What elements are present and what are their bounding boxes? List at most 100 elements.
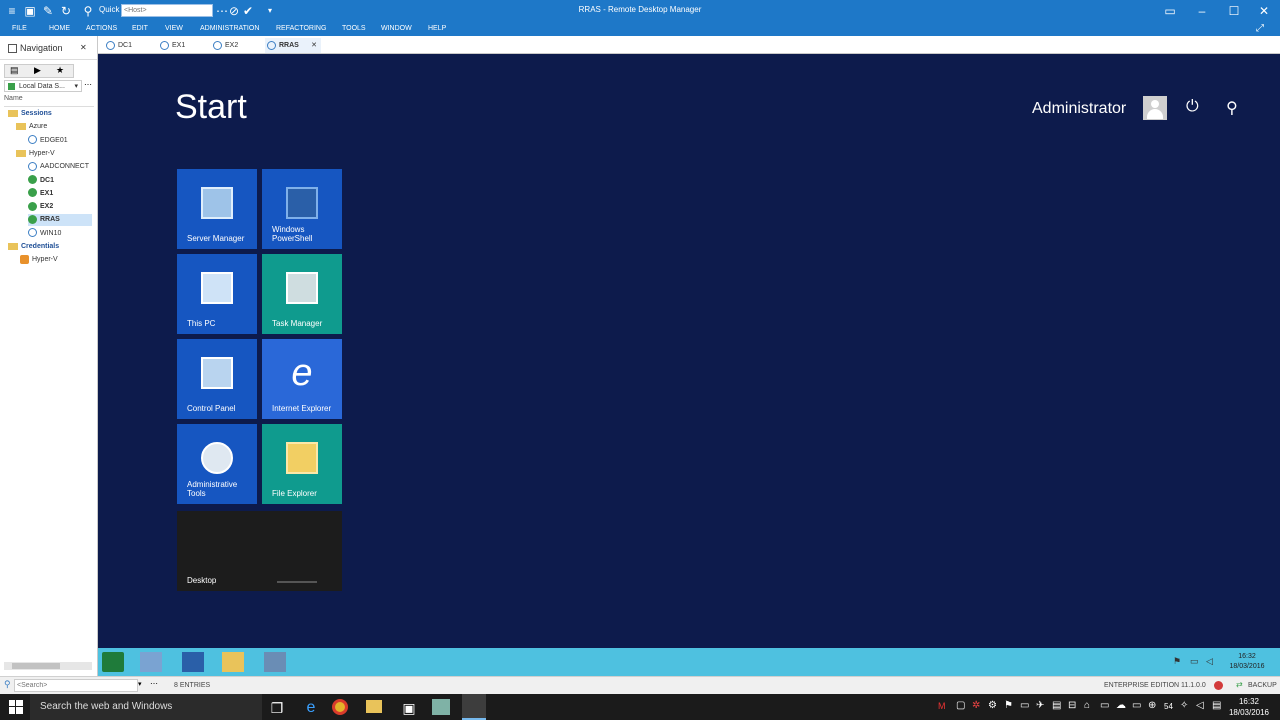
tile-powershell[interactable]: Windows PowerShell xyxy=(262,169,342,249)
tray-icon-8[interactable]: ⊟ xyxy=(1068,700,1076,711)
search-options-icon[interactable]: ⋯ xyxy=(150,679,158,688)
favorites-icon[interactable]: ★ xyxy=(56,65,64,76)
app-icon[interactable] xyxy=(432,699,450,715)
tree-item[interactable]: EX2 xyxy=(28,201,53,213)
play-icon[interactable]: ▶ xyxy=(34,65,41,76)
tree-item[interactable]: EX1 xyxy=(28,188,53,200)
tile-admin-tools[interactable]: Administrative Tools xyxy=(177,424,257,504)
tree-item[interactable]: Sessions xyxy=(8,108,52,120)
task-view-icon[interactable]: ❐ xyxy=(266,697,288,719)
windows-search-box[interactable]: Search the web and Windows xyxy=(30,694,262,720)
tree-item[interactable]: RRAS xyxy=(28,214,92,227)
tray-icon-14[interactable]: ✧ xyxy=(1180,700,1188,711)
tray-notification-icon[interactable]: ▤ xyxy=(1212,700,1221,711)
maximize-button[interactable]: ☐ xyxy=(1226,3,1242,19)
windows-clock[interactable]: 16:32 18/03/2016 xyxy=(1224,696,1274,718)
chrome-icon[interactable] xyxy=(332,699,348,715)
store-icon[interactable]: ▣ xyxy=(398,697,420,719)
powershell-taskbar-icon[interactable] xyxy=(182,652,204,672)
tray-icon-2[interactable]: ✲ xyxy=(972,700,980,711)
close-tab-icon[interactable]: ✕ xyxy=(311,38,317,53)
tray-icon-4[interactable]: ⚑ xyxy=(1004,700,1013,711)
close-pane-icon[interactable]: ✕ xyxy=(80,36,87,60)
tree-item[interactable]: WIN10 xyxy=(28,228,61,240)
rdm-taskbar-icon[interactable] xyxy=(462,694,486,720)
tray-icon-10[interactable]: ▭ xyxy=(1100,700,1109,711)
tray-network-icon[interactable]: ▭ xyxy=(1190,656,1199,667)
menu-file[interactable]: FILE xyxy=(12,25,27,32)
search-dropdown-icon[interactable]: ▾ xyxy=(138,680,142,688)
tree-item[interactable]: Hyper-V xyxy=(16,148,55,160)
tile-task-manager[interactable]: Task Manager xyxy=(262,254,342,334)
windows-start-icon[interactable] xyxy=(9,700,23,714)
menu-administration[interactable]: ADMINISTRATION xyxy=(200,25,259,32)
tray-icon-12[interactable]: ▭ xyxy=(1132,700,1141,711)
internet-explorer-icon: e xyxy=(291,352,313,394)
tray-flag-icon[interactable]: ⚑ xyxy=(1173,656,1181,667)
folder-icon xyxy=(16,149,26,157)
alert-icon[interactable] xyxy=(1214,681,1223,690)
restore-layout-icon[interactable]: ▭ xyxy=(1162,3,1178,19)
tray-icon-5[interactable]: ▭ xyxy=(1020,700,1029,711)
tray-icon-1[interactable]: ▢ xyxy=(956,700,965,711)
tab-dc1[interactable]: DC1 xyxy=(104,38,152,53)
tab-ex2[interactable]: EX2 xyxy=(211,38,259,53)
tile-label: Internet Explorer xyxy=(272,404,332,413)
close-button[interactable]: ✕ xyxy=(1256,3,1272,19)
tray-icon-9[interactable]: ⌂ xyxy=(1084,700,1090,711)
tree-item[interactable]: Hyper-V xyxy=(20,254,58,266)
menu-view[interactable]: VIEW xyxy=(165,25,183,32)
menu-tools[interactable]: TOOLS xyxy=(342,25,366,32)
tree-item[interactable]: Credentials xyxy=(8,241,59,253)
tile-this-pc[interactable]: This PC xyxy=(177,254,257,334)
tree-item[interactable]: EDGE01 xyxy=(28,135,68,147)
tile-file-explorer[interactable]: File Explorer xyxy=(262,424,342,504)
menu-home[interactable]: HOME xyxy=(49,25,70,32)
tray-icon-6[interactable]: ✈ xyxy=(1036,700,1044,711)
desktop-tile[interactable]: Desktop xyxy=(177,511,342,591)
tree-item[interactable]: DC1 xyxy=(28,175,54,187)
tree-item[interactable]: Azure xyxy=(16,121,47,133)
minimize-button[interactable]: – xyxy=(1194,3,1210,19)
avatar-body xyxy=(1147,109,1163,119)
tab-rras[interactable]: RRAS ✕ xyxy=(265,38,321,53)
user-avatar[interactable] xyxy=(1143,96,1167,120)
menu-help[interactable]: HELP xyxy=(428,25,446,32)
search-input[interactable] xyxy=(14,679,138,692)
edge-icon[interactable]: e xyxy=(300,697,322,719)
menu-window[interactable]: WINDOW xyxy=(381,25,412,32)
data-source-select[interactable]: Local Data S... ▾ xyxy=(4,80,82,92)
data-source-more-icon[interactable]: ⋯ xyxy=(84,80,92,89)
menu-edit[interactable]: EDIT xyxy=(132,25,148,32)
backup-label[interactable]: BACKUP xyxy=(1248,682,1277,689)
search-icon[interactable]: ⚲ xyxy=(1226,98,1238,118)
file-explorer-taskbar-icon[interactable] xyxy=(222,652,244,672)
tree-item[interactable]: AADCONNECT xyxy=(28,161,89,173)
tile-internet-explorer[interactable]: e Internet Explorer xyxy=(262,339,342,419)
tray-icon-11[interactable]: ☁ xyxy=(1116,700,1126,711)
menu-refactoring[interactable]: REFACTORING xyxy=(276,25,326,32)
tile-server-manager[interactable]: Server Manager xyxy=(177,169,257,249)
user-name[interactable]: Administrator xyxy=(1032,100,1126,118)
remote-session-view[interactable]: Start Administrator ⏻ ⚲ Server Manager Wi… xyxy=(98,54,1280,648)
file-explorer-icon[interactable] xyxy=(366,700,382,713)
tile-control-panel[interactable]: Control Panel xyxy=(177,339,257,419)
network-taskbar-icon[interactable] xyxy=(264,652,286,672)
horizontal-scrollbar[interactable] xyxy=(4,662,92,670)
entries-icon[interactable]: ▤ xyxy=(10,65,19,76)
expand-icon[interactable]: ⤢ xyxy=(1256,23,1264,34)
tray-icon-13[interactable]: ⊕ xyxy=(1148,700,1156,711)
power-icon[interactable]: ⏻ xyxy=(1186,98,1199,116)
tray-icon-3[interactable]: ⚙ xyxy=(988,700,997,711)
scrollbar-thumb[interactable] xyxy=(12,663,60,669)
tray-volume-icon[interactable]: ◁ xyxy=(1206,656,1213,667)
tray-volume-icon[interactable]: ◁ xyxy=(1196,700,1204,711)
tray-icon-7[interactable]: ▤ xyxy=(1052,700,1061,711)
server-manager-taskbar-icon[interactable] xyxy=(140,652,162,672)
remote-start-button[interactable] xyxy=(102,652,124,672)
tray-mcafee-icon[interactable]: M xyxy=(938,701,946,711)
menu-actions[interactable]: ACTIONS xyxy=(86,25,117,32)
remote-clock[interactable]: 16:32 18/03/2016 xyxy=(1222,652,1272,672)
tray-number[interactable]: 54 xyxy=(1164,702,1173,711)
tab-ex1[interactable]: EX1 xyxy=(158,38,206,53)
